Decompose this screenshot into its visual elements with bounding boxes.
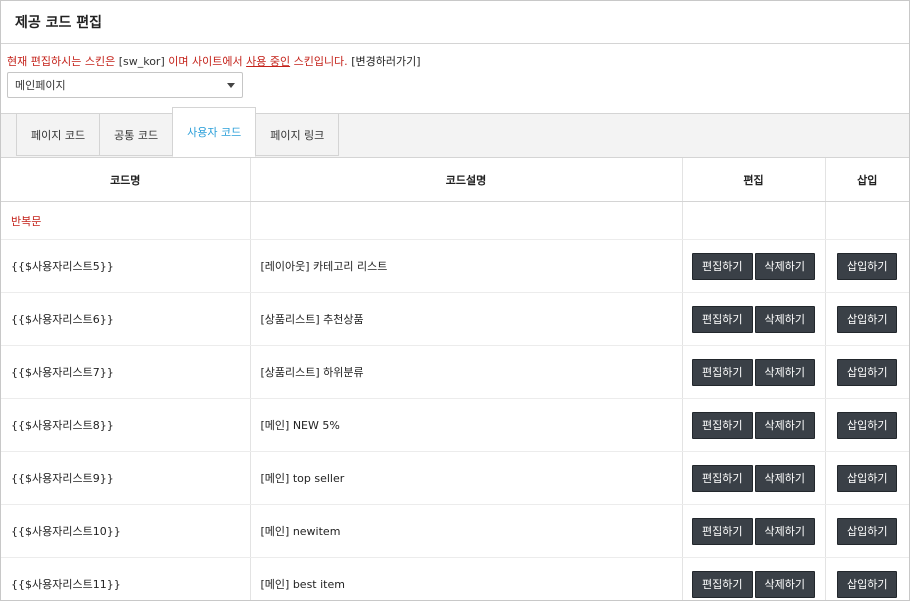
delete-button[interactable]: 삭제하기 bbox=[754, 358, 815, 386]
header-code-name: 코드명 bbox=[1, 158, 251, 202]
notice-in-use: 사용 중인 bbox=[246, 55, 291, 68]
delete-button[interactable]: 삭제하기 bbox=[754, 252, 815, 280]
insert-cell: 삽입하기 bbox=[825, 504, 909, 558]
edit-cell: 편집하기 삭제하기 bbox=[682, 504, 826, 558]
code-name-cell: {{$사용자리스트9}} bbox=[1, 451, 251, 505]
table-row: {{$사용자리스트6}} [상품리스트] 추천상품 편집하기 삭제하기 삽입하기 bbox=[1, 292, 909, 346]
header-insert: 삽입 bbox=[825, 158, 909, 202]
page-select[interactable]: 메인페이지 bbox=[7, 72, 243, 98]
code-name-cell: {{$사용자리스트5}} bbox=[1, 239, 251, 293]
insert-button[interactable]: 삽입하기 bbox=[837, 305, 898, 333]
empty-cell bbox=[682, 201, 826, 240]
table-row: {{$사용자리스트10}} [메인] newitem 편집하기 삭제하기 삽입하기 bbox=[1, 504, 909, 558]
empty-cell bbox=[825, 201, 909, 240]
insert-button[interactable]: 삽입하기 bbox=[837, 411, 898, 439]
code-editor-window: 제공 코드 편집 현재 편집하시는 스킨은 [sw_kor] 이며 사이트에서 … bbox=[0, 0, 910, 601]
delete-button[interactable]: 삭제하기 bbox=[754, 570, 815, 598]
chevron-down-icon bbox=[227, 82, 235, 88]
code-desc-cell: [상품리스트] 추천상품 bbox=[250, 292, 683, 346]
insert-cell: 삽입하기 bbox=[825, 239, 909, 293]
insert-cell: 삽입하기 bbox=[825, 398, 909, 452]
notice-text-2: 이며 사이트에서 bbox=[168, 55, 243, 68]
code-name-cell: {{$사용자리스트6}} bbox=[1, 292, 251, 346]
header-edit: 편집 bbox=[682, 158, 826, 202]
code-desc-cell: [메인] top seller bbox=[250, 451, 683, 505]
code-desc-cell: [메인] NEW 5% bbox=[250, 398, 683, 452]
header-code-desc: 코드설명 bbox=[250, 158, 683, 202]
insert-cell: 삽입하기 bbox=[825, 345, 909, 399]
table-row: {{$사용자리스트5}} [레이아웃] 카테고리 리스트 편집하기 삭제하기 삽입하기 bbox=[1, 239, 909, 293]
insert-button[interactable]: 삽입하기 bbox=[837, 358, 898, 386]
edit-button[interactable]: 편집하기 bbox=[692, 411, 753, 439]
edit-button[interactable]: 편집하기 bbox=[692, 252, 753, 280]
edit-cell: 편집하기 삭제하기 bbox=[682, 451, 826, 505]
empty-cell bbox=[250, 201, 683, 240]
insert-button[interactable]: 삽입하기 bbox=[837, 252, 898, 280]
code-desc-cell: [레이아웃] 카테고리 리스트 bbox=[250, 239, 683, 293]
code-name-cell: {{$사용자리스트7}} bbox=[1, 345, 251, 399]
table-row: {{$사용자리스트8}} [메인] NEW 5% 편집하기 삭제하기 삽입하기 bbox=[1, 398, 909, 452]
notice-skin-name: [sw_kor] bbox=[118, 55, 165, 68]
edit-cell: 편집하기 삭제하기 bbox=[682, 345, 826, 399]
tab-page-link[interactable]: 페이지 링크 bbox=[256, 114, 340, 156]
insert-cell: 삽입하기 bbox=[825, 451, 909, 505]
table-row: {{$사용자리스트7}} [상품리스트] 하위분류 편집하기 삭제하기 삽입하기 bbox=[1, 345, 909, 399]
notice-text-1: 현재 편집하시는 스킨은 bbox=[7, 55, 116, 68]
edit-cell: 편집하기 삭제하기 bbox=[682, 557, 826, 600]
edit-button[interactable]: 편집하기 bbox=[692, 464, 753, 492]
delete-button[interactable]: 삭제하기 bbox=[754, 464, 815, 492]
code-table: 코드명 코드설명 편집 삽입 반복문 {{$사용자리스트5}} [레이아웃] 카테… bbox=[1, 158, 909, 600]
code-name-cell: {{$사용자리스트11}} bbox=[1, 557, 251, 600]
tab-bar: 페이지 코드 공통 코드 사용자 코드 페이지 링크 bbox=[1, 107, 909, 158]
skin-notice: 현재 편집하시는 스킨은 [sw_kor] 이며 사이트에서 사용 중인 스킨입… bbox=[7, 55, 903, 69]
edit-button[interactable]: 편집하기 bbox=[692, 358, 753, 386]
edit-cell: 편집하기 삭제하기 bbox=[682, 239, 826, 293]
delete-button[interactable]: 삭제하기 bbox=[754, 411, 815, 439]
code-desc-cell: [메인] best item bbox=[250, 557, 683, 600]
tab-common-code[interactable]: 공통 코드 bbox=[99, 114, 173, 156]
edit-button[interactable]: 편집하기 bbox=[692, 570, 753, 598]
table-header-row: 코드명 코드설명 편집 삽입 bbox=[1, 158, 909, 202]
page-select-value: 메인페이지 bbox=[15, 79, 66, 92]
page-title: 제공 코드 편집 bbox=[1, 1, 909, 44]
delete-button[interactable]: 삭제하기 bbox=[754, 517, 815, 545]
edit-cell: 편집하기 삭제하기 bbox=[682, 292, 826, 346]
edit-button[interactable]: 편집하기 bbox=[692, 305, 753, 333]
code-desc-cell: [메인] newitem bbox=[250, 504, 683, 558]
insert-cell: 삽입하기 bbox=[825, 557, 909, 600]
group-label: 반복문 bbox=[1, 201, 251, 240]
tab-page-code[interactable]: 페이지 코드 bbox=[16, 114, 100, 156]
tab-user-code[interactable]: 사용자 코드 bbox=[172, 107, 257, 157]
table-row: {{$사용자리스트11}} [메인] best item 편집하기 삭제하기 삽입하기 bbox=[1, 557, 909, 600]
notice-text-3: 스킨입니다. bbox=[293, 55, 348, 68]
insert-button[interactable]: 삽입하기 bbox=[837, 464, 898, 492]
edit-button[interactable]: 편집하기 bbox=[692, 517, 753, 545]
change-skin-link[interactable]: [변경하러가기] bbox=[351, 55, 420, 68]
insert-button[interactable]: 삽입하기 bbox=[837, 517, 898, 545]
group-row: 반복문 bbox=[1, 201, 909, 240]
insert-cell: 삽입하기 bbox=[825, 292, 909, 346]
insert-button[interactable]: 삽입하기 bbox=[837, 570, 898, 598]
code-name-cell: {{$사용자리스트8}} bbox=[1, 398, 251, 452]
code-desc-cell: [상품리스트] 하위분류 bbox=[250, 345, 683, 399]
delete-button[interactable]: 삭제하기 bbox=[754, 305, 815, 333]
edit-cell: 편집하기 삭제하기 bbox=[682, 398, 826, 452]
code-name-cell: {{$사용자리스트10}} bbox=[1, 504, 251, 558]
table-row: {{$사용자리스트9}} [메인] top seller 편집하기 삭제하기 삽입하기 bbox=[1, 451, 909, 505]
notice-area: 현재 편집하시는 스킨은 [sw_kor] 이며 사이트에서 사용 중인 스킨입… bbox=[1, 44, 909, 114]
